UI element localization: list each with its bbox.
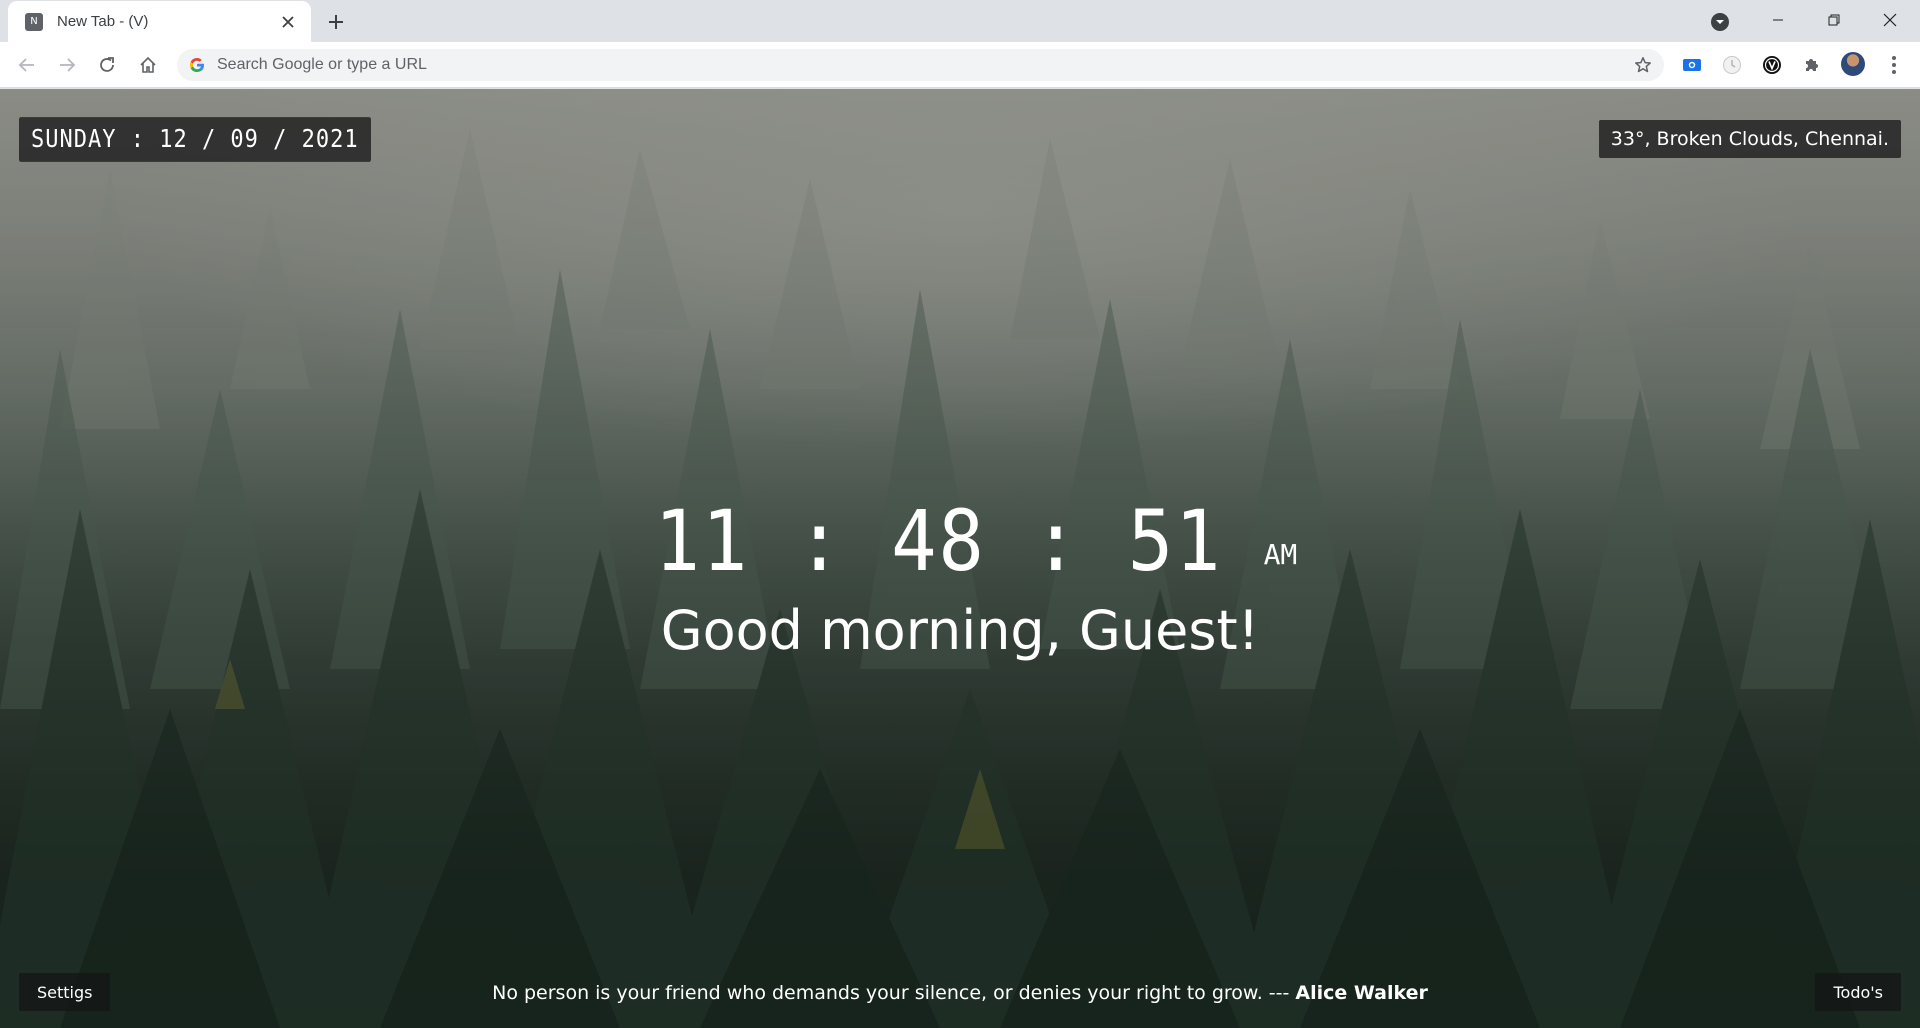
home-button[interactable]	[134, 51, 162, 79]
tab-search-button[interactable]	[1708, 10, 1732, 34]
v-extension-icon[interactable]	[1761, 54, 1783, 76]
window-close-button[interactable]	[1862, 0, 1918, 40]
forward-button[interactable]	[53, 51, 81, 79]
menu-dot-icon	[1892, 56, 1896, 60]
todos-button[interactable]: Todo's	[1815, 973, 1901, 1011]
quote-author: Alice Walker	[1295, 982, 1428, 1004]
close-icon	[1883, 13, 1897, 27]
browser-menu-button[interactable]	[1882, 52, 1906, 78]
back-button[interactable]	[13, 51, 41, 79]
profile-avatar[interactable]	[1841, 52, 1865, 76]
address-bar[interactable]	[177, 49, 1664, 81]
tab-strip: N New Tab - (V)	[0, 0, 1920, 42]
browser-tab[interactable]: N New Tab - (V)	[8, 1, 311, 42]
arrow-left-icon	[18, 58, 34, 72]
weather-display: 33°, Broken Clouds, Chennai.	[1598, 120, 1901, 158]
clock-extension-icon[interactable]	[1721, 54, 1743, 76]
quote-text: No person is your friend who demands you…	[492, 982, 1296, 1004]
chevron-down-icon	[1711, 13, 1729, 31]
minimize-icon	[1773, 19, 1783, 21]
tab-title: New Tab - (V)	[57, 13, 149, 30]
restore-button[interactable]	[1806, 0, 1862, 40]
greeting-text: Good morning, Guest!	[660, 599, 1260, 662]
tab-close-icon[interactable]	[277, 11, 299, 33]
google-icon	[189, 57, 205, 73]
minimize-button[interactable]	[1750, 0, 1806, 40]
quote: No person is your friend who demands you…	[0, 982, 1920, 1004]
omnibox-input[interactable]	[217, 56, 1664, 74]
new-tab-button[interactable]	[322, 8, 350, 36]
menu-dot-icon	[1892, 70, 1896, 74]
reload-icon	[100, 57, 114, 72]
date-display: SUNDAY : 12 / 09 / 2021	[19, 117, 371, 162]
clock-ampm: AM	[1263, 538, 1298, 571]
home-icon	[140, 56, 156, 73]
reload-button[interactable]	[93, 51, 121, 79]
digital-clock: 11 : 48 : 51 AM	[0, 499, 1920, 583]
clock-time: 11 : 48 : 51	[654, 492, 1223, 590]
screenshot-extension-icon[interactable]	[1681, 54, 1703, 76]
browser-toolbar	[0, 42, 1920, 88]
bookmark-star-icon[interactable]	[1632, 54, 1654, 76]
tab-favicon-icon: N	[25, 12, 43, 31]
restore-icon	[1828, 14, 1840, 26]
new-tab-page: SUNDAY : 12 / 09 / 2021 33°, Broken Clou…	[0, 89, 1920, 1028]
puzzle-icon[interactable]	[1801, 54, 1823, 76]
menu-dot-icon	[1892, 63, 1896, 67]
arrow-right-icon	[60, 58, 76, 72]
